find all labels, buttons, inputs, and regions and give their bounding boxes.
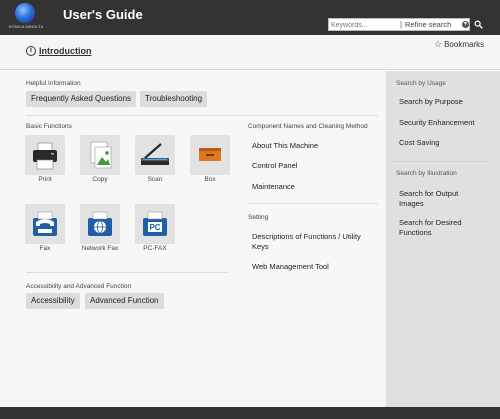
component-names-title: Component Names and Cleaning Method [248,123,368,130]
box-icon [199,148,221,161]
setting-title: Setting [248,214,269,221]
basic-functions-title: Basic Functions [26,123,72,130]
scan-label: Scan [147,176,163,183]
refine-search-dropdown[interactable]: Refine search [405,20,451,29]
pc-fax-glyph: PC [149,223,160,232]
search-desired-functions-link[interactable]: Search for Desired Functions [399,218,484,238]
pc-fax-tile[interactable]: PC [135,204,175,244]
print-label: Print [38,176,52,183]
scanner-icon [141,143,169,165]
chevron-down-icon[interactable]: ▼ [462,21,469,28]
pc-fax-icon: PC [143,211,167,236]
copy-icon [90,141,112,169]
search-by-usage-title: Search by Usage [396,80,446,87]
copy-label: Copy [92,176,108,183]
search-input[interactable] [331,20,399,30]
web-management-tool-link[interactable]: Web Management Tool [252,262,329,272]
print-tile[interactable] [25,135,65,175]
scan-tile[interactable] [135,135,175,175]
divider [26,272,228,273]
search-button[interactable] [472,18,485,31]
divider [248,203,378,204]
maintenance-link[interactable]: Maintenance [252,182,295,192]
advanced-function-button[interactable]: Advanced Function [85,293,164,309]
troubleshooting-button[interactable]: Troubleshooting [140,91,208,107]
faq-button[interactable]: Frequently Asked Questions [26,91,137,107]
search-output-images-link[interactable]: Search for Output Images [399,189,484,209]
brand-name: KONICA MINOLTA [8,24,44,29]
control-panel-link[interactable]: Control Panel [252,161,297,171]
pc-fax-label: PC-FAX [143,245,167,252]
info-icon: i [26,46,36,56]
helpful-information-title: Helpful Information [26,80,81,87]
star-icon: ☆ [434,39,443,49]
search-icon [474,20,483,29]
sub-header: i Introduction ☆ Bookmarks [0,35,500,70]
search-by-purpose-link[interactable]: Search by Purpose [399,97,463,107]
bottom-bar [0,407,500,419]
logo-globe-icon [15,3,35,23]
app-title: User's Guide [63,7,143,22]
security-enhancement-link[interactable]: Security Enhancement [399,118,474,128]
brand-logo: KONICA MINOLTA [6,3,46,33]
search-by-illustration-title: Search by Illustration [396,170,457,177]
network-fax-tile[interactable] [80,204,120,244]
divider [26,115,378,116]
network-fax-icon [88,211,112,236]
accessibility-button[interactable]: Accessibility [26,293,80,309]
introduction-link[interactable]: Introduction [39,46,92,56]
accessibility-title: Accessibility and Advanced Function [26,283,132,290]
cost-saving-link[interactable]: Cost Saving [399,138,439,148]
bookmarks-label: Bookmarks [444,40,485,49]
about-this-machine-link[interactable]: About This Machine [252,141,318,151]
search-box: | Refine search ▼ [328,18,470,31]
box-tile[interactable] [190,135,230,175]
fax-icon [33,211,57,236]
function-utility-keys-link[interactable]: Descriptions of Functions / Utility Keys [252,232,377,252]
box-label: Box [204,176,216,183]
network-fax-label: Network Fax [81,245,119,252]
bookmarks-button[interactable]: ☆ Bookmarks [434,39,484,50]
fax-tile[interactable] [25,204,65,244]
divider [392,161,490,162]
search-separator: | [400,20,403,29]
copy-tile[interactable] [80,135,120,175]
printer-icon [33,142,57,170]
fax-label: Fax [39,245,51,252]
